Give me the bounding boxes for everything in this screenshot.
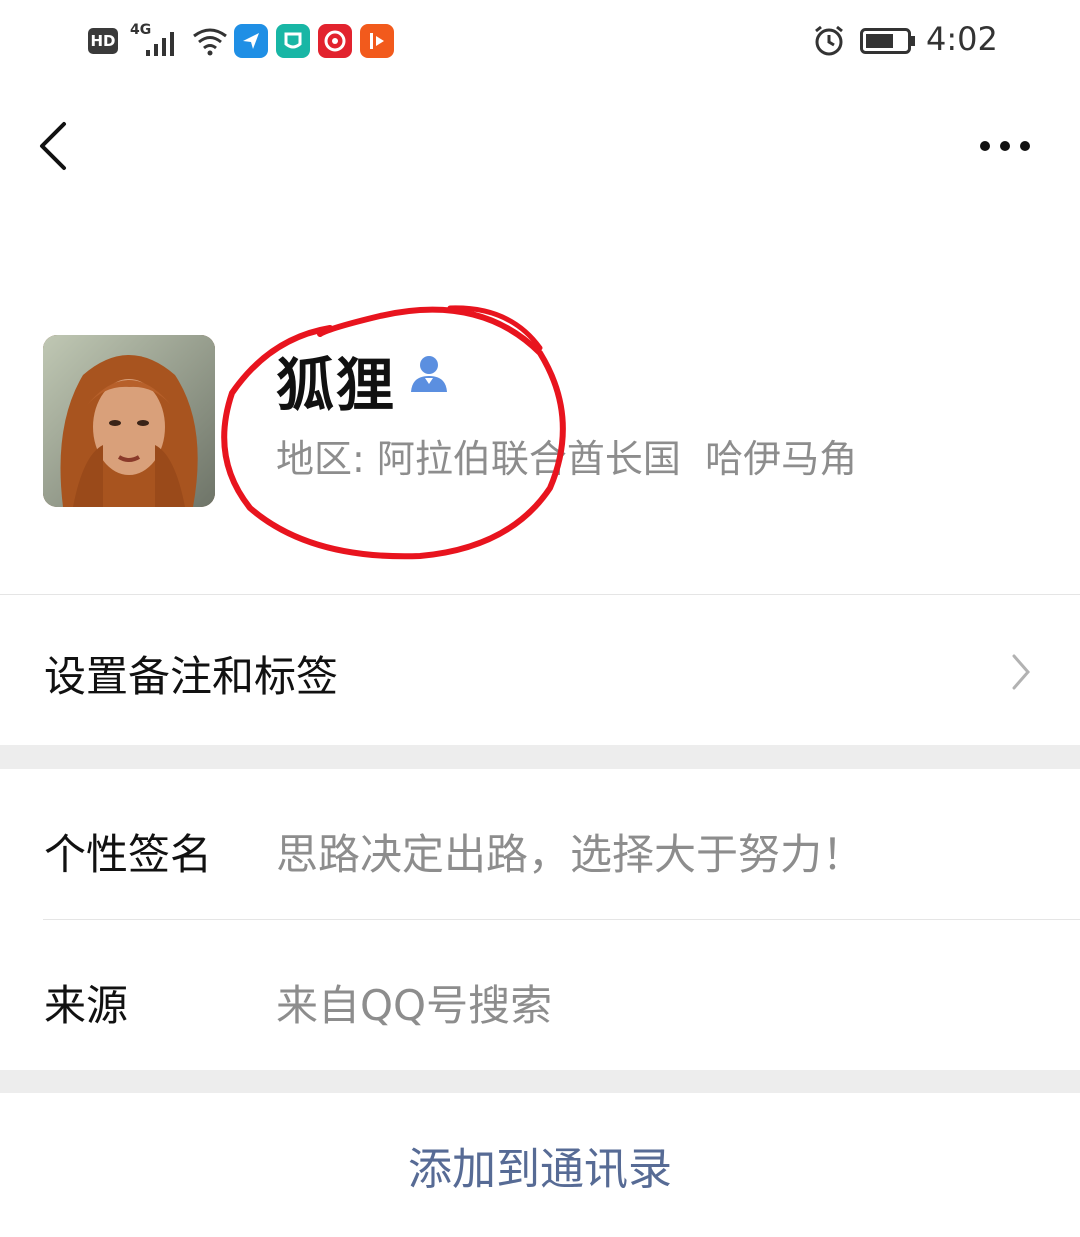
remark-row[interactable]: 设置备注和标签 [0, 595, 1080, 745]
signature-title: 个性签名 [44, 830, 213, 879]
signal-icon [146, 32, 174, 56]
person-icon [411, 356, 447, 392]
source-row: 来源 来自QQ号搜索 [0, 920, 1080, 1070]
hd-badge: HD [88, 28, 118, 54]
alarm-icon [815, 25, 843, 56]
section-gap-2 [0, 1070, 1080, 1093]
app-icon-orange [360, 24, 394, 58]
avatar[interactable] [43, 335, 215, 507]
app-icon-blue [234, 24, 268, 58]
battery-icon [860, 28, 915, 54]
wifi-icon [193, 28, 227, 56]
region-info: 地区: 阿拉伯联合酋长国 哈伊马角 [276, 428, 857, 483]
app-icon-red [318, 24, 352, 58]
source-title: 来源 [44, 981, 129, 1030]
source-value: 来自QQ号搜索 [276, 981, 553, 1030]
add-to-contacts-button[interactable]: 添加到通讯录 [0, 1093, 1080, 1237]
status-time: 4:02 [926, 20, 998, 58]
contact-name: 狐狸 [276, 351, 397, 419]
remark-title: 设置备注和标签 [44, 652, 339, 701]
more-button[interactable] [970, 128, 1040, 164]
signature-row: 个性签名 思路决定出路，选择大于努力！ [0, 769, 1080, 919]
signature-value: 思路决定出路，选择大于努力！ [276, 830, 865, 879]
region-label: 地区: [276, 437, 365, 481]
back-button[interactable] [30, 118, 80, 174]
section-gap [0, 745, 1080, 769]
app-icon-green [276, 24, 310, 58]
status-bar: HD 4G 4:02 [0, 0, 1080, 84]
chevron-right-icon [1012, 654, 1030, 690]
region-value: 阿拉伯联合酋长国 哈伊马角 [376, 437, 858, 481]
